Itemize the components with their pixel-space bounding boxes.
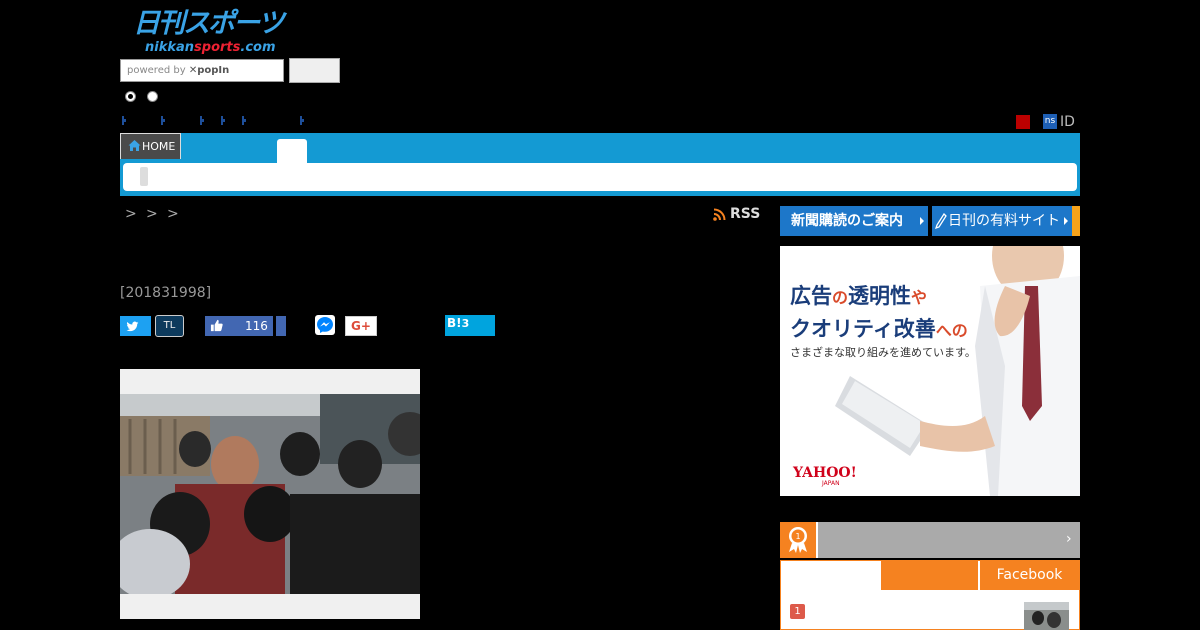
logo-sub-a: nikkan — [145, 40, 195, 55]
subscription-label: 新聞購読のご案内 — [791, 213, 903, 229]
google-plus-share-button[interactable]: G+ — [345, 316, 377, 336]
medal-icon: 1 — [789, 527, 807, 553]
search-radio-web[interactable] — [147, 91, 158, 102]
search-button[interactable] — [289, 58, 340, 83]
ranking-thumbnail-image — [1024, 602, 1069, 630]
chevron-right-icon — [1064, 217, 1068, 225]
breadcrumb-separator: > — [167, 206, 179, 222]
chevron-right-icon[interactable]: › — [1066, 531, 1072, 547]
newspaper-subscription-link[interactable]: 新聞購読のご案内 — [780, 206, 928, 236]
chevron-right-icon — [920, 217, 924, 225]
ad-text: 広告 — [790, 284, 832, 308]
article-photo[interactable] — [120, 394, 420, 594]
facebook-share-button[interactable] — [276, 316, 286, 336]
ad-text: クオリティ改善 — [790, 317, 936, 341]
login-id-link[interactable]: ID — [1060, 113, 1075, 131]
subnav-link[interactable] — [221, 116, 225, 125]
ranking-number: 1 — [790, 604, 805, 619]
facebook-like-button[interactable]: 116 — [205, 316, 273, 336]
home-icon — [128, 140, 141, 151]
popin-logo: ✕popIn — [188, 65, 230, 76]
site-logo-sub: nikkansports.com — [145, 40, 276, 56]
twitter-icon — [126, 321, 139, 332]
subnav-link[interactable] — [122, 116, 126, 125]
notification-icon[interactable] — [1016, 115, 1030, 129]
ranking-tab[interactable] — [881, 561, 978, 590]
yahoo-logo-sub: JAPAN — [822, 480, 840, 487]
yahoo-logo: YAHOO! — [793, 465, 857, 481]
breadcrumb-separator: > — [125, 206, 137, 222]
hatena-label: B! — [447, 316, 462, 330]
ranking-header[interactable] — [780, 522, 1080, 558]
ad-text: 透明性 — [848, 284, 912, 308]
press-crowd-image — [120, 394, 420, 594]
messenger-icon — [317, 317, 333, 333]
pencil-icon — [935, 213, 947, 229]
ad-headline-1: 広告の透明性や — [790, 283, 927, 311]
subnav-item[interactable] — [140, 167, 148, 186]
ranking-tab-facebook[interactable]: Facebook — [980, 561, 1079, 590]
article-date-code: [201831998] — [120, 285, 212, 301]
ad-text: や — [911, 288, 928, 307]
search-powered-by: powered by — [127, 65, 189, 76]
logo-sub-b: sports — [194, 40, 241, 55]
paid-site-link[interactable]: 日刊の有料サイト — [932, 206, 1080, 236]
search-radio-site[interactable] — [125, 91, 136, 102]
ad-text: への — [935, 321, 968, 340]
subnav-link[interactable] — [161, 116, 165, 125]
twitter-share-button[interactable] — [120, 316, 151, 336]
subnav-bar — [123, 163, 1077, 191]
hatena-count: 3 — [461, 317, 470, 330]
ranking-thumbnail[interactable] — [1024, 602, 1069, 630]
facebook-like-count: 116 — [245, 319, 268, 333]
ranking-badge: 1 — [780, 522, 818, 558]
ad-subtext: さまざまな取り組みを進めています。 — [790, 346, 976, 359]
subnav-link[interactable] — [300, 116, 304, 125]
svg-text:1: 1 — [795, 532, 800, 541]
rss-link[interactable]: RSS — [730, 205, 760, 223]
ad-headline-2: クオリティ改善への — [790, 316, 968, 344]
paid-site-label: 日刊の有料サイト — [948, 213, 1060, 229]
timeline-button[interactable]: TL — [155, 315, 184, 337]
ns-badge[interactable]: ns — [1043, 114, 1057, 129]
logo-sub-c: .com — [240, 40, 276, 55]
hatena-bookmark-button[interactable]: B!3 — [445, 315, 495, 336]
site-logo[interactable]: 日刊スポーツ — [133, 8, 286, 40]
rss-icon — [713, 208, 726, 221]
ad-text: の — [832, 288, 849, 307]
nav-active-tab[interactable] — [277, 139, 307, 164]
subnav-link[interactable] — [200, 116, 204, 125]
search-input[interactable]: powered by ✕popIn — [120, 59, 284, 82]
thumbs-up-icon — [210, 319, 223, 332]
breadcrumb-separator: > — [146, 206, 158, 222]
subnav-link[interactable] — [242, 116, 246, 125]
messenger-share-button[interactable] — [315, 315, 335, 335]
